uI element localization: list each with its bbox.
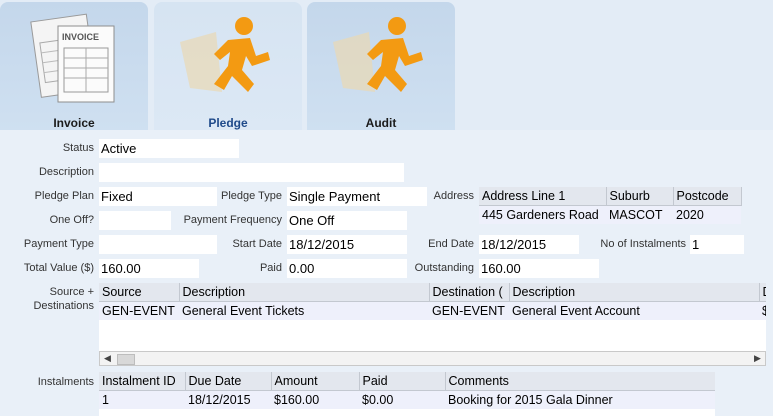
address-table: Address Line 1 Suburb Postcode 445 Garde… <box>479 187 742 224</box>
table-row[interactable]: 445 Gardeners Road MASCOT 2020 <box>479 205 741 224</box>
instalments-label: Instalments <box>37 376 94 388</box>
tab-pledge[interactable]: Pledge <box>154 2 302 132</box>
paid-label: Paid <box>259 262 282 274</box>
description-field[interactable] <box>99 163 404 182</box>
column-header[interactable]: Destination ( <box>429 283 510 302</box>
total-value-field[interactable]: 160.00 <box>99 259 199 278</box>
paid-field[interactable]: 0.00 <box>287 259 407 278</box>
column-header[interactable]: Description <box>179 283 430 302</box>
one-off-field[interactable] <box>99 211 171 230</box>
column-header[interactable]: Due Date <box>185 372 272 391</box>
column-header[interactable]: D <box>759 283 766 302</box>
pledge-type-label: Pledge Type <box>221 190 282 202</box>
table-cell: Booking for 2015 Gala Dinner <box>445 390 715 409</box>
invoice-icon: INVOICE <box>30 13 115 103</box>
pledge-plan-label: Pledge Plan <box>34 190 94 202</box>
scroll-thumb[interactable] <box>117 354 135 365</box>
table-cell: MASCOT <box>606 205 673 224</box>
table-cell: 445 Gardeners Road <box>479 205 606 224</box>
table-cell: $0.00 <box>359 390 445 409</box>
label-line: Source + <box>49 286 94 298</box>
column-header[interactable]: Suburb <box>606 187 674 206</box>
address-label: Address <box>433 190 474 202</box>
status-label: Status <box>62 142 94 154</box>
start-date-label: Start Date <box>232 238 282 250</box>
column-header[interactable]: Amount <box>271 372 360 391</box>
one-off-label: One Off? <box>49 214 94 226</box>
no-instalments-label: No of Instalments <box>600 238 686 250</box>
label-line: Destinations <box>33 300 94 312</box>
column-header[interactable]: Postcode <box>673 187 742 206</box>
table-cell: 1 <box>99 390 185 409</box>
start-date-field[interactable]: 18/12/2015 <box>287 235 407 254</box>
column-header[interactable]: Instalment ID <box>99 372 186 391</box>
column-header[interactable]: Address Line 1 <box>479 187 607 206</box>
payment-frequency-field[interactable]: One Off <box>287 211 407 230</box>
scroll-right-icon[interactable]: ▶ <box>750 352 765 365</box>
source-destinations-grid: Source Description Destination ( Descrip… <box>99 283 766 351</box>
table-cell: $160.00 <box>271 390 359 409</box>
outstanding-field[interactable]: 160.00 <box>479 259 599 278</box>
no-instalments-field[interactable]: 1 <box>690 235 744 254</box>
column-header[interactable]: Description <box>509 283 760 302</box>
column-header[interactable]: Comments <box>445 372 715 391</box>
tab-invoice[interactable]: INVOICE Invoice <box>0 2 148 132</box>
column-header[interactable]: Paid <box>359 372 446 391</box>
end-date-field[interactable]: 18/12/2015 <box>479 235 579 254</box>
table-cell: GEN-EVENT <box>429 301 509 320</box>
payment-type-label: Payment Type <box>23 238 94 250</box>
column-header[interactable]: Source <box>99 283 180 302</box>
instalments-grid: Instalment ID Due Date Amount Paid Comme… <box>99 372 715 416</box>
table-cell: 18/12/2015 <box>185 390 271 409</box>
end-date-label: End Date <box>428 238 474 250</box>
running-man-icon <box>180 17 270 92</box>
horizontal-scrollbar[interactable]: ◀ ▶ <box>99 351 766 366</box>
table-row[interactable]: 1 18/12/2015 $160.00 $0.00 Booking for 2… <box>99 390 715 409</box>
table-cell: General Event Tickets <box>179 301 429 320</box>
source-destinations-label: Source + Destinations <box>0 285 94 313</box>
total-value-label: Total Value ($) <box>23 262 94 274</box>
table-cell: $ <box>759 301 766 320</box>
description-label: Description <box>38 166 94 178</box>
table-cell: GEN-EVENT <box>99 301 179 320</box>
table-row[interactable]: GEN-EVENT General Event Tickets GEN-EVEN… <box>99 301 766 320</box>
outstanding-label: Outstanding <box>414 262 474 274</box>
table-cell: 2020 <box>673 205 741 224</box>
table-cell: General Event Account <box>509 301 759 320</box>
svg-text:INVOICE: INVOICE <box>62 32 99 42</box>
pledge-type-field[interactable]: Single Payment <box>287 187 427 206</box>
running-man-icon <box>333 17 423 92</box>
payment-frequency-label: Payment Frequency <box>183 214 282 226</box>
status-field[interactable]: Active <box>99 139 239 158</box>
tab-audit[interactable]: Audit <box>307 2 455 132</box>
scroll-left-icon[interactable]: ◀ <box>100 352 115 365</box>
